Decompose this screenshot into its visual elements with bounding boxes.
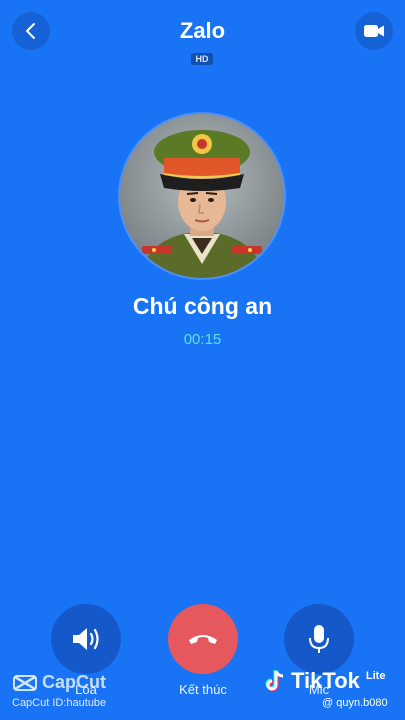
speaker-icon — [73, 628, 99, 650]
call-timer: 00:15 — [183, 331, 222, 348]
microphone-icon — [309, 625, 329, 653]
tiktok-username: @ quyn.b080 — [322, 697, 388, 709]
tiktok-lite-label: Lite — [365, 670, 386, 682]
hang-up-icon — [189, 635, 217, 644]
video-camera-icon — [364, 25, 384, 37]
app-title: Zalo — [179, 18, 226, 43]
mic-button[interactable] — [284, 604, 354, 674]
capcut-watermark: CapCut — [12, 672, 106, 693]
tiktok-icon — [265, 670, 284, 692]
tiktok-watermark: TikTok Lite — [265, 668, 385, 694]
video-call-button[interactable] — [355, 12, 393, 50]
speaker-button[interactable] — [51, 604, 121, 674]
tiktok-logo-text: TikTok — [291, 668, 360, 693]
capcut-logo-text: CapCut — [42, 672, 106, 692]
hd-badge: HD — [191, 53, 213, 65]
capcut-id: CapCut ID:hautube — [12, 697, 107, 709]
avatar — [120, 114, 284, 278]
end-call-label: Kết thúc — [179, 682, 227, 697]
capcut-icon — [13, 674, 37, 691]
end-call-button[interactable] — [168, 604, 238, 674]
contact-name: Chú công an — [132, 293, 273, 319]
